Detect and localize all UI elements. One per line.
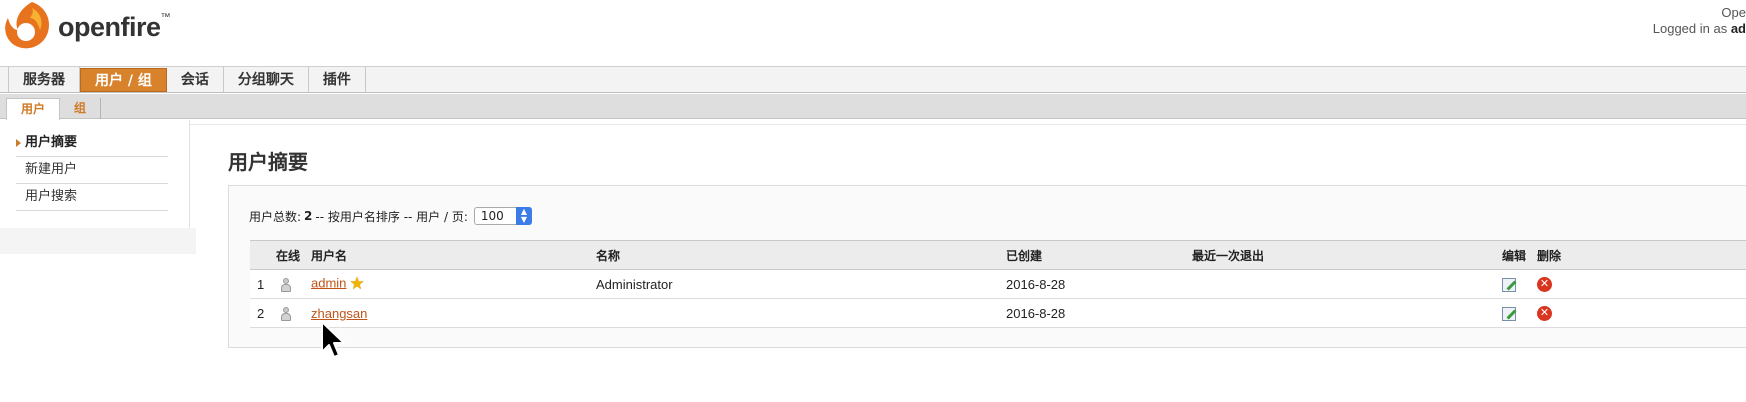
- edit-icon[interactable]: [1502, 306, 1516, 321]
- edit-icon[interactable]: [1502, 277, 1516, 292]
- summary-prefix: 用户总数:: [249, 209, 302, 224]
- table-header-row: 在线 用户名 名称 已创建 最近一次退出 编辑 删除: [250, 240, 1746, 270]
- tab-sessions[interactable]: 会话: [167, 67, 224, 93]
- header-username: 用户名: [311, 240, 596, 270]
- main-nav: 服务器 用户 / 组 会话 分组聊天 插件: [0, 66, 1746, 93]
- tab-plugins[interactable]: 插件: [309, 67, 366, 93]
- username-link[interactable]: admin: [311, 275, 346, 290]
- header-name: 名称: [596, 240, 1006, 270]
- summary-total: 2: [304, 209, 313, 223]
- sidebar-item-new-user[interactable]: 新建用户: [16, 157, 168, 184]
- tab-group-chat[interactable]: 分组聊天: [224, 67, 309, 93]
- person-icon: [280, 277, 292, 292]
- content-divider: [190, 124, 1746, 125]
- delete-icon[interactable]: ✕: [1537, 306, 1552, 322]
- header-online: 在线: [276, 240, 311, 270]
- sidebar-footer: [0, 228, 196, 254]
- header: openfire™ Ope Logged in as ad: [0, 0, 1746, 66]
- table-row: 1 admin ★ Administrator 2016-8-28 ✕: [250, 269, 1746, 299]
- name-cell: Administrator: [596, 269, 1006, 299]
- sidebar-item-label: 用户搜索: [25, 189, 78, 204]
- sidebar: 用户摘要 新建用户 用户搜索: [0, 120, 190, 228]
- username-cell: admin ★: [311, 269, 596, 299]
- online-status-cell: [276, 298, 311, 328]
- user-table: 在线 用户名 名称 已创建 最近一次退出 编辑 删除 1 admin ★ Admi…: [250, 240, 1746, 328]
- delete-cell: ✕: [1537, 298, 1746, 328]
- username-link[interactable]: zhangsan: [311, 306, 367, 321]
- subtab-groups[interactable]: 组: [60, 98, 102, 119]
- per-page-value: 100: [480, 209, 504, 223]
- header-edit: 编辑: [1502, 240, 1537, 270]
- main-nav-tabs: 服务器 用户 / 组 会话 分组聊天 插件: [8, 67, 366, 93]
- sub-nav-tabs: 用户 组: [6, 98, 102, 120]
- sidebar-item-label: 新建用户: [25, 162, 78, 177]
- username-cell: zhangsan: [311, 298, 596, 328]
- per-page-select[interactable]: 100 ▲ ▼: [473, 207, 532, 225]
- subtab-users[interactable]: 用户: [6, 98, 61, 120]
- row-index: 1: [250, 269, 276, 299]
- star-icon: ★: [349, 274, 365, 293]
- edit-cell: [1502, 298, 1537, 328]
- sub-nav: 用户 组: [0, 94, 1746, 120]
- openfire-logo-icon[interactable]: [2, 0, 54, 52]
- last-logout-cell: [1192, 269, 1502, 299]
- edit-cell: [1502, 269, 1537, 299]
- summary-suffix: -- 按用户名排序 -- 用户 / 页:: [315, 209, 468, 224]
- logged-in-text: Logged in as ad: [1652, 21, 1746, 36]
- sidebar-item-user-search[interactable]: 用户搜索: [16, 184, 168, 211]
- header-info: Ope Logged in as ad: [1653, 5, 1746, 37]
- last-logout-cell: [1192, 298, 1502, 328]
- header-delete: 删除: [1537, 240, 1746, 270]
- active-arrow-icon: [16, 139, 21, 147]
- row-index: 2: [250, 298, 276, 328]
- header-created: 已创建: [1006, 240, 1192, 270]
- name-cell: [596, 298, 1006, 328]
- select-stepper-icon: ▲ ▼: [515, 207, 532, 225]
- user-summary-bar: 用户总数: 2 -- 按用户名排序 -- 用户 / 页: 100 ▲ ▼: [249, 207, 532, 225]
- logo-text: openfire™: [58, 12, 171, 42]
- sidebar-item-user-summary[interactable]: 用户摘要: [16, 130, 168, 157]
- created-cell: 2016-8-28: [1006, 298, 1192, 328]
- mouse-cursor-icon: [321, 321, 345, 358]
- online-status-cell: [276, 269, 311, 299]
- tab-server[interactable]: 服务器: [9, 67, 80, 93]
- tab-users-groups[interactable]: 用户 / 组: [80, 68, 167, 92]
- header-index: [250, 240, 276, 270]
- header-last-logout: 最近一次退出: [1192, 240, 1502, 270]
- page-title: 用户摘要: [228, 150, 308, 174]
- delete-icon[interactable]: ✕: [1537, 277, 1552, 293]
- created-cell: 2016-8-28: [1006, 269, 1192, 299]
- sidebar-item-label: 用户摘要: [25, 135, 78, 150]
- table-row: 2 zhangsan 2016-8-28 ✕: [250, 298, 1746, 328]
- delete-cell: ✕: [1537, 269, 1746, 299]
- person-icon: [280, 306, 292, 321]
- header-info-line1: Ope: [1721, 5, 1746, 20]
